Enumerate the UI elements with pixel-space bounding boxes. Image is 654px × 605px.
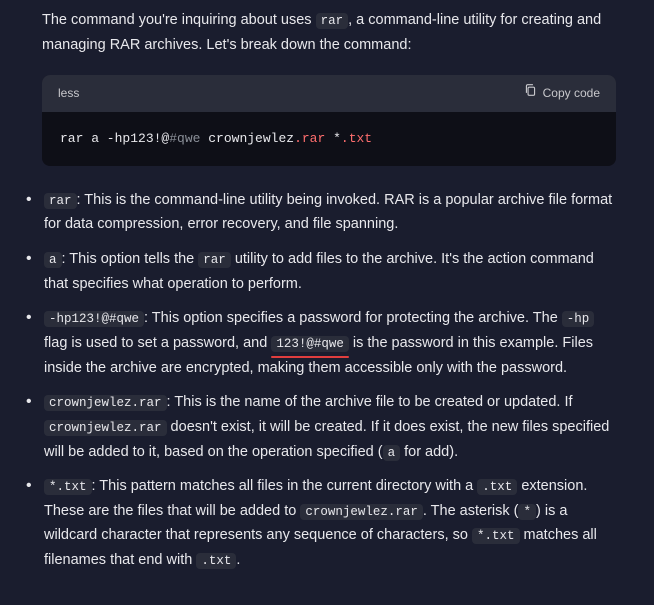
code-hash: #qwe bbox=[169, 131, 200, 146]
inline-code: crownjewlez.rar bbox=[300, 504, 423, 520]
item-text: for add). bbox=[400, 444, 458, 460]
password-redline: 123!@#qwe bbox=[271, 331, 349, 356]
copy-code-button[interactable]: Copy code bbox=[524, 83, 600, 103]
code-lang-label: less bbox=[58, 83, 79, 103]
list-item: *.txt: This pattern matches all files in… bbox=[42, 474, 616, 573]
list-item: a: This option tells the rar utility to … bbox=[42, 247, 616, 296]
inline-code: -hp bbox=[562, 311, 595, 327]
inline-code: 123!@#qwe bbox=[271, 336, 349, 352]
code-txt: .txt bbox=[341, 131, 372, 146]
inline-code: a bbox=[44, 252, 62, 268]
item-text: : This option specifies a password for p… bbox=[144, 310, 562, 326]
item-text: : This is the name of the archive file t… bbox=[167, 394, 573, 410]
intro-part1: The command you're inquiring about uses bbox=[42, 12, 316, 28]
inline-code: .txt bbox=[196, 553, 236, 569]
item-text: : This is the command-line utility being… bbox=[44, 192, 612, 233]
item-text: . The asterisk ( bbox=[423, 503, 519, 519]
copy-code-label: Copy code bbox=[543, 83, 600, 103]
inline-code: .txt bbox=[477, 479, 517, 495]
inline-code: crownjewlez.rar bbox=[44, 395, 167, 411]
code-body[interactable]: rar a -hp123!@#qwe crownjewlez.rar *.txt bbox=[42, 112, 616, 166]
code-text: rar a -hp123!@ bbox=[60, 131, 169, 146]
item-text: : This pattern matches all files in the … bbox=[92, 478, 478, 494]
list-item: crownjewlez.rar: This is the name of the… bbox=[42, 390, 616, 464]
inline-code: -hp123!@#qwe bbox=[44, 311, 144, 327]
code-mid: crownjewlez bbox=[200, 131, 294, 146]
code-header: less Copy code bbox=[42, 75, 616, 111]
code-block: less Copy code rar a -hp123!@#qwe crownj… bbox=[42, 75, 616, 165]
inline-code: rar bbox=[44, 193, 77, 209]
intro-text: The command you're inquiring about uses … bbox=[42, 8, 616, 57]
inline-code: * bbox=[518, 504, 536, 520]
explanation-list: rar: This is the command-line utility be… bbox=[42, 188, 616, 573]
item-text: . bbox=[236, 552, 240, 568]
clipboard-icon bbox=[524, 83, 537, 103]
code-sp: * bbox=[325, 131, 341, 146]
inline-code: a bbox=[383, 445, 401, 461]
item-text: : This option tells the bbox=[62, 251, 199, 267]
inline-code: rar bbox=[198, 252, 231, 268]
inline-code: *.txt bbox=[472, 528, 520, 544]
item-text: flag is used to set a password, and bbox=[44, 335, 271, 351]
inline-code: crownjewlez.rar bbox=[44, 420, 167, 436]
list-item: rar: This is the command-line utility be… bbox=[42, 188, 616, 237]
inline-code: *.txt bbox=[44, 479, 92, 495]
code-rar-ext: .rar bbox=[294, 131, 325, 146]
list-item: -hp123!@#qwe: This option specifies a pa… bbox=[42, 306, 616, 380]
inline-code-rar: rar bbox=[316, 13, 349, 29]
